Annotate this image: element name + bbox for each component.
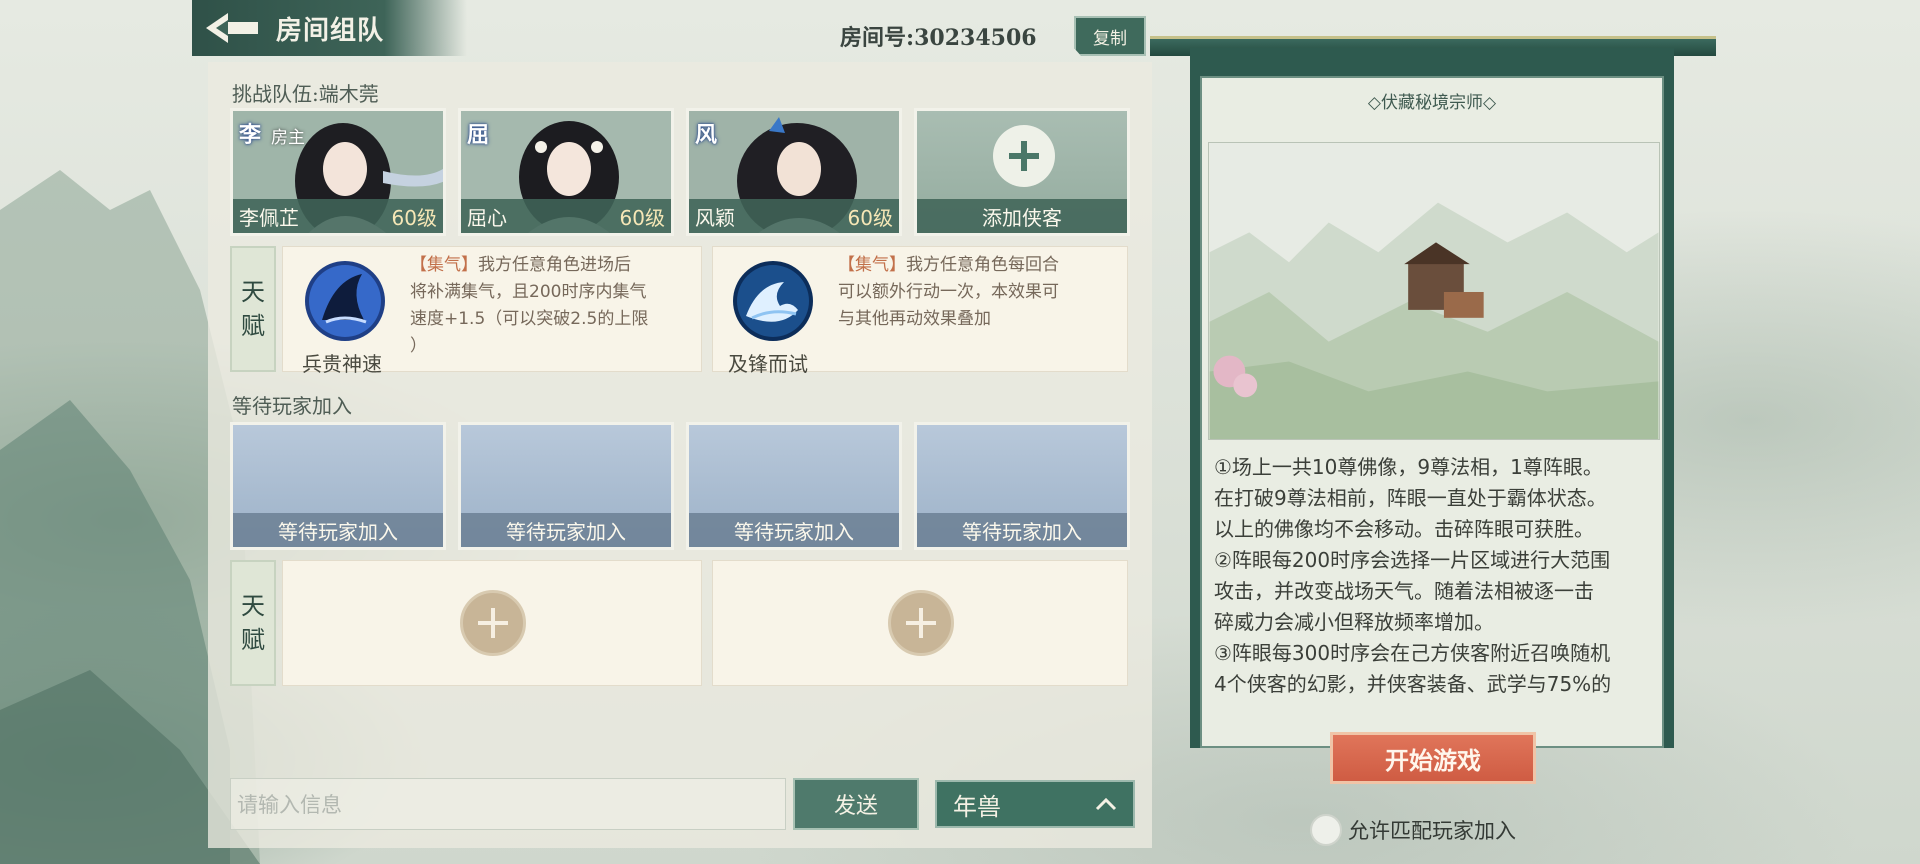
skill-desc-line: 与其他再动效果叠加	[838, 309, 991, 329]
description-line: 以上的佛像均不会移动。击碎阵眼可获胜。	[1214, 517, 1594, 541]
member-namebar: 李佩芷 60级	[233, 199, 443, 233]
skill-keyword: 【集气】	[410, 255, 478, 275]
talent-tag-bottom: 赋	[241, 312, 265, 340]
member-card[interactable]: 屈 屈心 60级	[458, 108, 674, 236]
member-surname: 李	[239, 122, 262, 148]
waiting-namebar: 等待玩家加入	[917, 513, 1127, 547]
description-line: ③阵眼每300时序会在己方侠客附近召唤随机	[1214, 641, 1611, 665]
add-member-card[interactable]: 添加侠客	[914, 108, 1130, 236]
description-line: ②阵眼每200时序会选择一片区域进行大范围	[1214, 548, 1611, 572]
description-line: 在打破9尊法相前，阵眼一直处于霸体状态。	[1214, 486, 1607, 510]
waiting-slot-label: 等待玩家加入	[506, 519, 626, 544]
talent-tag-bottom: 赋	[241, 626, 265, 654]
skill-desc-line: 我方任意角色进场后	[478, 255, 631, 275]
add-talent-button[interactable]	[888, 590, 954, 656]
waiting-slot[interactable]: 等待玩家加入	[686, 422, 902, 550]
copy-button[interactable]: 复制	[1074, 16, 1146, 56]
waiting-namebar: 等待玩家加入	[689, 513, 899, 547]
plus-icon	[906, 608, 936, 638]
skill-keyword: 【集气】	[838, 255, 906, 275]
skill-wing-icon	[305, 261, 385, 341]
waiting-slot-label: 等待玩家加入	[734, 519, 854, 544]
dungeon-description: ①场上一共10尊佛像，9尊法相，1尊阵眼。 在打破9尊法相前，阵眼一直处于霸体状…	[1214, 452, 1664, 700]
member-level: 60级	[619, 205, 665, 230]
member-surname: 风	[695, 122, 718, 148]
skill-desc-line: 速度+1.5（可以突破2.5的上限	[410, 309, 649, 329]
talent-tag: 天 赋	[230, 560, 276, 686]
skill-description: 【集气】我方任意角色每回合 可以额外行动一次，本效果可 与其他再动效果叠加	[838, 252, 1059, 333]
waiting-namebar: 等待玩家加入	[233, 513, 443, 547]
waiting-namebar: 等待玩家加入	[461, 513, 671, 547]
channel-select-value: 年兽	[953, 792, 1001, 821]
dungeon-title: ◇伏藏秘境宗师◇	[1367, 93, 1497, 113]
skill-desc-line: ）	[410, 336, 427, 356]
skill-wave-icon	[733, 261, 813, 341]
channel-select[interactable]: 年兽	[935, 780, 1135, 828]
skill-description: 【集气】我方任意角色进场后 将补满集气，且200时序内集气 速度+1.5（可以突…	[410, 252, 648, 360]
plus-icon	[478, 608, 508, 638]
description-line: 碎威力会减小但释放频率增加。	[1214, 610, 1494, 634]
allow-match-checkbox[interactable]	[1310, 814, 1342, 846]
dungeon-scene-image	[1208, 142, 1660, 440]
chat-input[interactable]: 请输入信息	[230, 778, 786, 830]
waiting-slot-label: 等待玩家加入	[278, 519, 398, 544]
talent-tag-top: 天	[241, 278, 265, 306]
host-badge: 房主	[271, 128, 305, 148]
member-name: 屈心	[467, 205, 507, 230]
page-title: 房间组队	[276, 15, 385, 46]
member-level: 60级	[391, 205, 437, 230]
description-line: 4个侠客的幻影，并侠客装备、武学与75%的	[1214, 672, 1612, 696]
waiting-slot[interactable]: 等待玩家加入	[914, 422, 1130, 550]
skill-name: 兵贵神速	[302, 352, 382, 376]
waiting-label: 等待玩家加入	[232, 394, 352, 418]
team-label: 挑战队伍:端木莞	[232, 82, 379, 106]
member-card[interactable]: 风 风颖 60级	[686, 108, 902, 236]
talent-tag-top: 天	[241, 592, 265, 620]
room-number: 房间号:30234506	[840, 25, 1037, 51]
back-arrow-icon	[206, 13, 258, 43]
talent-tag: 天 赋	[230, 246, 276, 372]
waiting-slot[interactable]: 等待玩家加入	[230, 422, 446, 550]
skill-name: 及锋而试	[728, 352, 808, 376]
skill-desc-line: 可以额外行动一次，本效果可	[838, 282, 1059, 302]
add-member-namebar: 添加侠客	[917, 199, 1127, 233]
skill-desc-line: 将补满集气，且200时序内集气	[410, 282, 647, 302]
add-member-label: 添加侠客	[982, 205, 1062, 230]
member-name: 李佩芷	[239, 205, 299, 230]
start-game-button[interactable]: 开始游戏	[1330, 732, 1536, 784]
member-level: 60级	[847, 205, 893, 230]
member-surname: 屈	[467, 122, 490, 148]
member-name: 风颖	[695, 205, 735, 230]
allow-match-toggle[interactable]: 允许匹配玩家加入	[1310, 814, 1516, 846]
plus-icon	[993, 125, 1055, 187]
allow-match-label: 允许匹配玩家加入	[1348, 819, 1516, 843]
member-card[interactable]: 李 房主 李佩芷 60级	[230, 108, 446, 236]
chevron-up-icon	[1095, 797, 1117, 811]
member-namebar: 屈心 60级	[461, 199, 671, 233]
waiting-slot[interactable]: 等待玩家加入	[458, 422, 674, 550]
send-button[interactable]: 发送	[793, 778, 919, 830]
waiting-slot-label: 等待玩家加入	[962, 519, 1082, 544]
back-button[interactable]	[192, 0, 272, 56]
add-talent-button[interactable]	[460, 590, 526, 656]
description-line: 攻击，并改变战场天气。随着法相被逐一击	[1214, 579, 1594, 603]
description-line: ①场上一共10尊佛像，9尊法相，1尊阵眼。	[1214, 455, 1603, 479]
skill-desc-line: 我方任意角色每回合	[906, 255, 1059, 275]
member-namebar: 风颖 60级	[689, 199, 899, 233]
header-bar: 房间组队	[192, 0, 467, 56]
